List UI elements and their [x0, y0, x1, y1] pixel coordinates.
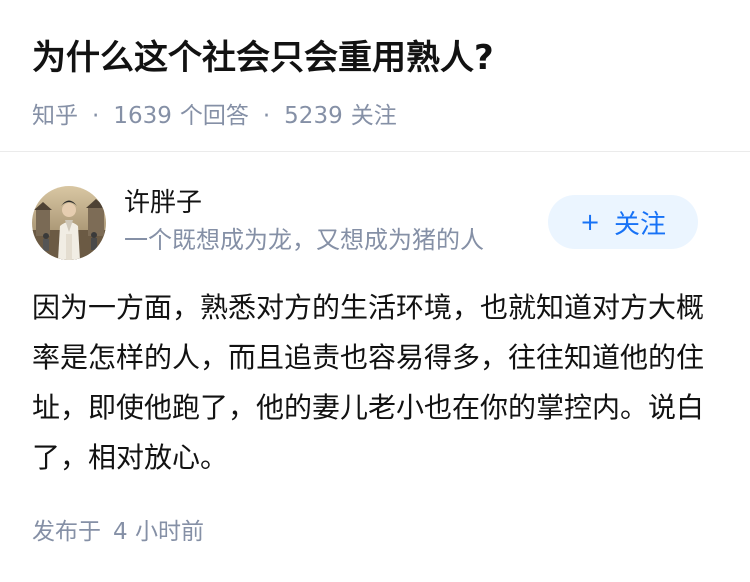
follow-button-label: 关注	[614, 209, 667, 240]
publish-info: 发布于 4 小时前	[32, 512, 204, 552]
author-card: 许胖子 一个既想成为龙，又想成为猪的人 + 关注	[32, 184, 698, 264]
source-label[interactable]: 知乎	[32, 96, 78, 136]
answer-content[interactable]: 因为一方面，熟悉对方的生活环境，也就知道对方大概率是怎样的人，而且追责也容易得多…	[32, 283, 712, 483]
author-name[interactable]: 许胖子	[124, 184, 484, 222]
plus-icon: +	[579, 208, 601, 236]
publish-time: 4 小时前	[113, 519, 204, 545]
author-info: 许胖子 一个既想成为龙，又想成为猪的人	[124, 184, 484, 258]
followers-count: 5239	[284, 103, 343, 129]
avatar-image	[32, 186, 106, 260]
answers-label[interactable]: 个回答	[180, 96, 249, 136]
divider	[0, 151, 750, 152]
follow-button[interactable]: + 关注	[548, 195, 698, 249]
followers-label[interactable]: 关注	[351, 96, 397, 136]
author-bio: 一个既想成为龙，又想成为猪的人	[124, 226, 484, 254]
answers-count: 1639	[113, 103, 172, 129]
question-meta: 知乎 · 1639 个回答 · 5239 关注	[32, 96, 718, 136]
separator-dot: ·	[92, 103, 100, 129]
avatar[interactable]	[32, 186, 106, 260]
publish-label: 发布于	[32, 519, 101, 545]
separator-dot: ·	[262, 103, 271, 129]
question-title[interactable]: 为什么这个社会只会重用熟人?	[32, 28, 718, 88]
question-header: 为什么这个社会只会重用熟人? 知乎 · 1639 个回答 · 5239 关注	[32, 28, 718, 136]
